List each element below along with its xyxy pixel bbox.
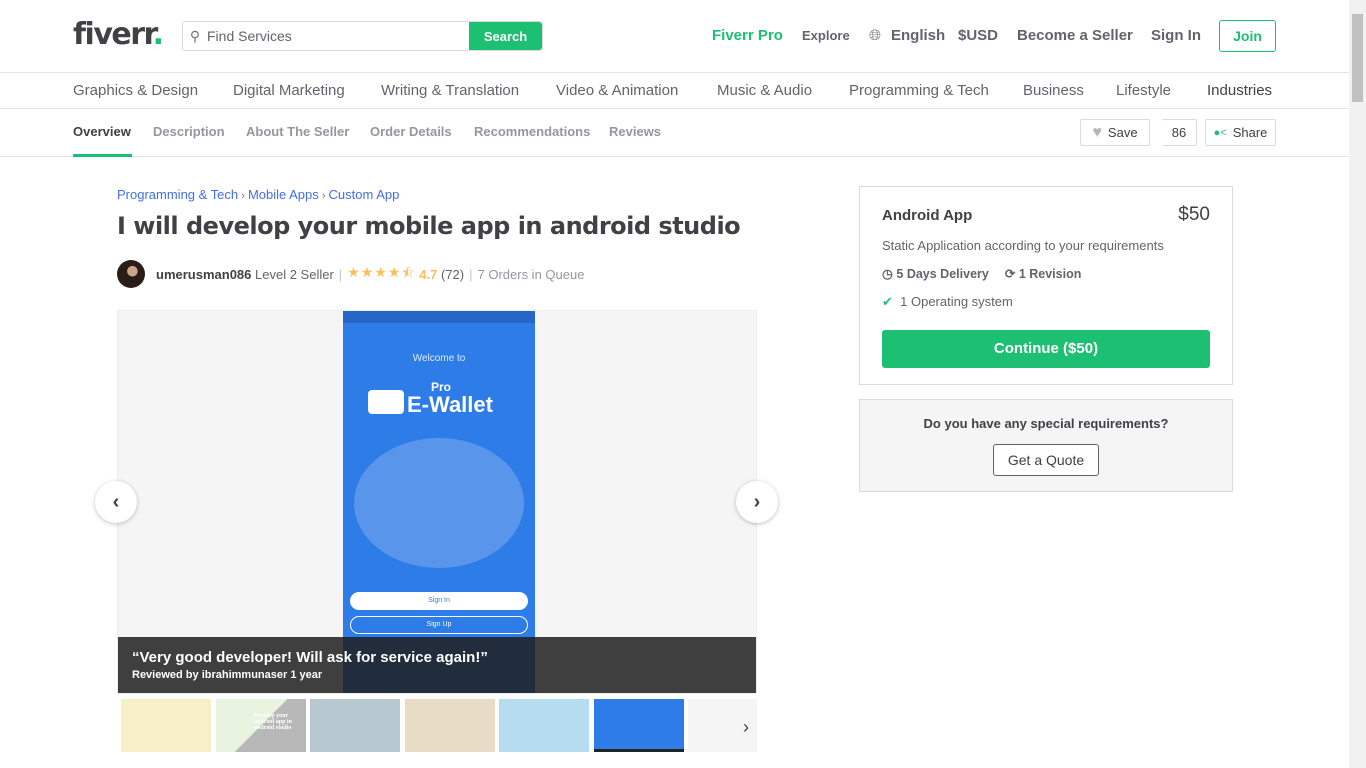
feature-item: ✔ 1 Operating system bbox=[882, 294, 1013, 309]
gallery-thumbnail[interactable] bbox=[405, 699, 495, 752]
share-icon: ●< bbox=[1213, 126, 1227, 139]
join-button[interactable]: Join bbox=[1219, 20, 1276, 52]
rating-score: 4.7 bbox=[419, 266, 438, 282]
package-card: Android App $50 Static Application accor… bbox=[859, 186, 1233, 385]
gallery-prev-button[interactable]: ‹ bbox=[95, 481, 137, 523]
logo-text: fiverr bbox=[73, 17, 154, 52]
gallery-next-button[interactable]: › bbox=[736, 481, 778, 523]
delivery-time: ◷ 5 Days Delivery bbox=[882, 267, 989, 281]
save-count: 86 bbox=[1162, 119, 1197, 146]
gallery-thumbnail[interactable]: Develop your android app in android stud… bbox=[216, 699, 306, 752]
search-button[interactable]: Search bbox=[469, 22, 542, 50]
scrollbar-thumb[interactable] bbox=[1352, 14, 1363, 102]
breadcrumb-custom-app[interactable]: Custom App bbox=[329, 187, 400, 202]
seller-level: Level 2 Seller bbox=[255, 266, 334, 282]
package-description: Static Application according to your req… bbox=[882, 238, 1164, 253]
tab-order-details[interactable]: Order Details bbox=[370, 124, 452, 139]
gig-gallery: Welcome to Pro E-Wallet Sign In Sign Up … bbox=[117, 310, 757, 694]
breadcrumb-programming-tech[interactable]: Programming & Tech bbox=[117, 187, 238, 202]
star-rating-icon: ★★★★⯪ bbox=[347, 264, 416, 280]
category-video-animation[interactable]: Video & Animation bbox=[556, 82, 678, 99]
gallery-thumbnail[interactable] bbox=[310, 699, 400, 752]
become-seller-link[interactable]: Become a Seller bbox=[1017, 27, 1133, 44]
tab-reviews[interactable]: Reviews bbox=[609, 124, 661, 139]
image-welcome-text: Welcome to bbox=[412, 353, 466, 364]
chevron-left-icon: ‹ bbox=[112, 490, 120, 513]
seller-name[interactable]: umerusman086 bbox=[156, 267, 251, 282]
special-requirements-question: Do you have any special requirements? bbox=[923, 416, 1169, 431]
image-sign-up: Sign Up bbox=[350, 616, 528, 634]
top-header: fiverr. ⚲ Search Fiverr Pro Explore 🌐︎ E… bbox=[0, 0, 1349, 73]
category-programming-tech[interactable]: Programming & Tech bbox=[849, 82, 989, 99]
sign-in-link[interactable]: Sign In bbox=[1151, 27, 1201, 44]
quote-card: Do you have any special requirements? Ge… bbox=[859, 399, 1233, 492]
package-price: $50 bbox=[1178, 204, 1210, 225]
tab-overview[interactable]: Overview bbox=[73, 124, 131, 139]
illustration bbox=[354, 438, 524, 568]
save-button[interactable]: ♥ Save bbox=[1080, 119, 1150, 146]
review-author: Reviewed by ibrahimmunaser 1 year bbox=[132, 669, 323, 681]
revisions: ⟳ 1 Revision bbox=[1004, 267, 1082, 281]
share-button[interactable]: ●< Share bbox=[1205, 119, 1276, 146]
clock-icon: ◷ bbox=[882, 267, 893, 281]
tab-recommendations[interactable]: Recommendations bbox=[474, 124, 590, 139]
package-name: Android App bbox=[882, 207, 973, 224]
gig-title: I will develop your mobile app in androi… bbox=[117, 212, 741, 240]
avatar[interactable] bbox=[117, 260, 145, 288]
get-quote-button[interactable]: Get a Quote bbox=[993, 444, 1099, 476]
gallery-thumbnail[interactable] bbox=[499, 699, 589, 752]
image-brand-text: E-Wallet bbox=[407, 392, 493, 417]
gallery-thumbnail-active[interactable] bbox=[594, 699, 684, 752]
globe-icon: 🌐︎ bbox=[869, 27, 882, 44]
category-graphics-design[interactable]: Graphics & Design bbox=[73, 82, 198, 99]
tab-about-seller[interactable]: About The Seller bbox=[246, 124, 349, 139]
tab-description[interactable]: Description bbox=[153, 124, 225, 139]
fiverr-logo[interactable]: fiverr. bbox=[73, 17, 164, 52]
thumbnail-caption: Develop your android app in android stud… bbox=[254, 713, 292, 731]
review-overlay: “Very good developer! Will ask for servi… bbox=[118, 637, 756, 693]
check-icon: ✔ bbox=[882, 294, 893, 309]
review-quote: “Very good developer! Will ask for servi… bbox=[132, 649, 488, 666]
category-nav: Graphics & Design Digital Marketing Writ… bbox=[0, 73, 1349, 109]
save-label: Save bbox=[1107, 125, 1138, 140]
language-link[interactable]: English bbox=[891, 27, 945, 44]
heart-icon: ♥ bbox=[1092, 123, 1102, 141]
reviews-count[interactable]: (72) bbox=[441, 267, 464, 282]
image-sign-in: Sign In bbox=[350, 592, 528, 610]
search-icon: ⚲ bbox=[189, 27, 201, 44]
currency-link[interactable]: $USD bbox=[958, 27, 998, 44]
category-writing-translation[interactable]: Writing & Translation bbox=[381, 82, 519, 99]
breadcrumb: Programming & Tech › Mobile Apps › Custo… bbox=[117, 187, 400, 202]
category-industries[interactable]: Industries bbox=[1207, 82, 1272, 99]
scrollbar[interactable] bbox=[1349, 0, 1366, 768]
orders-in-queue: 7 Orders in Queue bbox=[477, 266, 585, 282]
category-music-audio[interactable]: Music & Audio bbox=[717, 82, 812, 99]
fiverr-pro-link[interactable]: Fiverr Pro bbox=[712, 27, 783, 44]
explore-link[interactable]: Explore bbox=[802, 28, 850, 43]
active-tab-indicator bbox=[73, 154, 132, 157]
refresh-icon: ⟳ bbox=[1004, 267, 1016, 281]
gallery-thumbnail[interactable] bbox=[121, 699, 211, 752]
breadcrumb-mobile-apps[interactable]: Mobile Apps bbox=[248, 187, 319, 202]
category-digital-marketing[interactable]: Digital Marketing bbox=[233, 82, 345, 99]
category-lifestyle[interactable]: Lifestyle bbox=[1116, 82, 1171, 99]
gig-subnav: Overview Description About The Seller Or… bbox=[0, 109, 1349, 157]
share-label: Share bbox=[1232, 125, 1268, 140]
seller-overview: umerusman086 Level 2 Seller | ★★★★⯪ 4.7 … bbox=[117, 260, 584, 288]
continue-button[interactable]: Continue ($50) bbox=[882, 330, 1210, 368]
search-input[interactable] bbox=[207, 22, 469, 50]
chevron-right-icon: › bbox=[753, 490, 761, 513]
search-bar: ⚲ Search bbox=[182, 21, 543, 51]
wallet-icon bbox=[368, 390, 404, 414]
category-business[interactable]: Business bbox=[1023, 82, 1084, 99]
thumbnails-next-icon[interactable]: › bbox=[743, 717, 749, 738]
